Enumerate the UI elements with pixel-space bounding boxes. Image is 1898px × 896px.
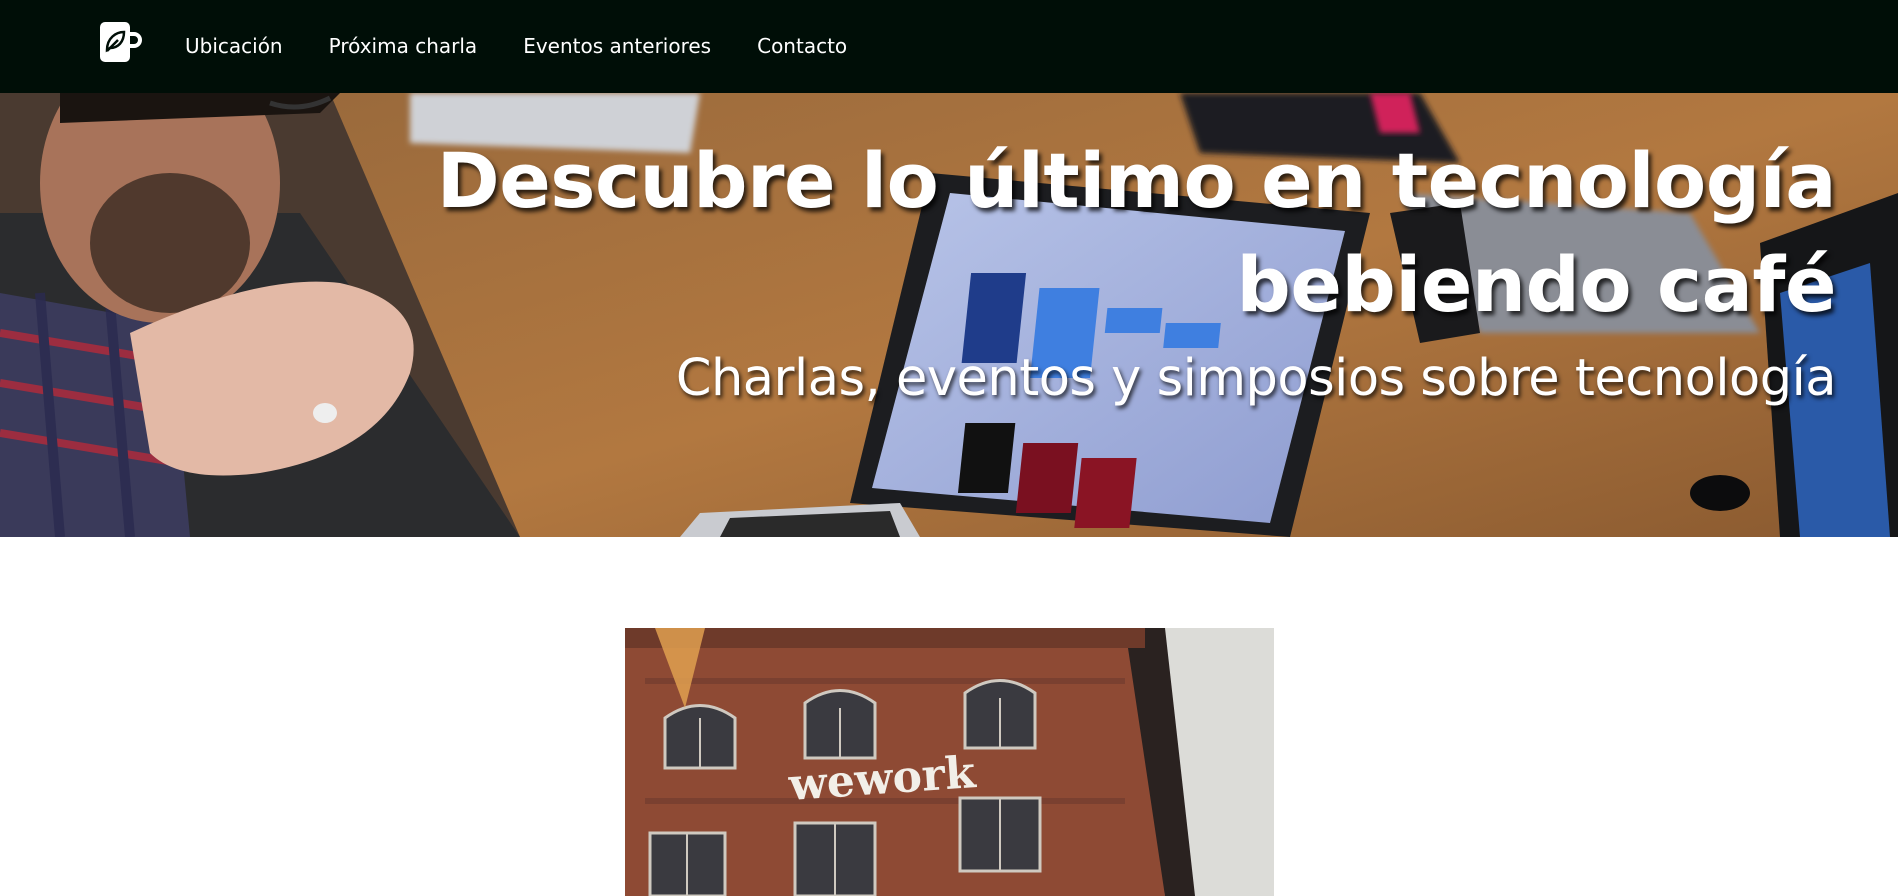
- hero-title: Descubre lo último en tecnología bebiend…: [436, 136, 1837, 329]
- brick-building-image: wework: [625, 628, 1274, 896]
- venue-building-photo: wework: [625, 628, 1274, 896]
- hero-subtitle: Charlas, eventos y simposios sobre tecno…: [675, 349, 1837, 408]
- coffee-mug-logo-icon[interactable]: [98, 20, 142, 64]
- nav-link-eventos-anteriores[interactable]: Eventos anteriores: [523, 0, 711, 93]
- hero-banner: Descubre lo último en tecnología bebiend…: [0, 93, 1898, 537]
- main-nav: Ubicación Próxima charla Eventos anterio…: [185, 0, 893, 93]
- nav-link-contacto[interactable]: Contacto: [757, 0, 847, 93]
- nav-link-ubicacion[interactable]: Ubicación: [185, 0, 283, 93]
- hero-text-block: Descubre lo último en tecnología bebiend…: [116, 129, 1837, 409]
- nav-link-proxima-charla[interactable]: Próxima charla: [329, 0, 478, 93]
- top-navbar: Ubicación Próxima charla Eventos anterio…: [0, 0, 1898, 93]
